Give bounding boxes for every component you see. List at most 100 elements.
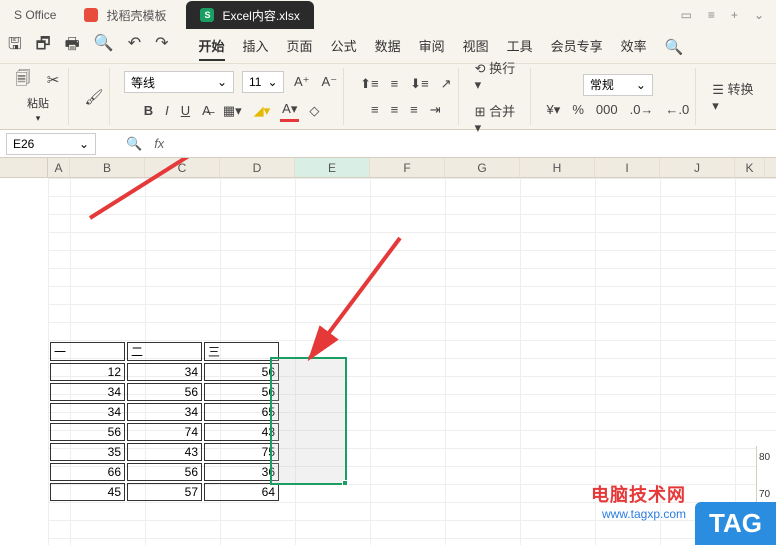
tab-actions: ▭ ≡ + ⌄ bbox=[681, 8, 776, 22]
number-format-select[interactable]: 常规⌄ bbox=[583, 74, 653, 96]
preview-icon[interactable]: 🔍 bbox=[94, 33, 114, 60]
number-group: 常规⌄ ¥▾ % 000 .0→ ←.0 bbox=[541, 68, 697, 125]
watermark-title: 电脑技术网 bbox=[591, 481, 686, 507]
indent-icon[interactable]: ⇥ bbox=[428, 100, 443, 120]
table-row: 343465 bbox=[50, 403, 279, 421]
underline-icon[interactable]: U bbox=[179, 101, 192, 120]
align-bottom-icon[interactable]: ⬇≡ bbox=[408, 74, 430, 94]
col-header-H[interactable]: H bbox=[520, 158, 595, 177]
ribbon: 🗐 ✂ 粘贴 ▾ 🖌 等线⌄ 11⌄ A⁺ A⁻ B I U A̶ ▦▾ ◢▾ bbox=[0, 64, 776, 130]
tab-template[interactable]: 找稻壳模板 bbox=[70, 1, 180, 29]
border-icon[interactable]: ▦▾ bbox=[221, 101, 244, 121]
decrease-font-icon[interactable]: A⁻ bbox=[320, 72, 340, 92]
table-row: 665636 bbox=[50, 463, 279, 481]
chevron-down-icon[interactable]: ⌄ bbox=[79, 137, 89, 151]
table-header[interactable]: 三 bbox=[204, 342, 279, 361]
col-header-K[interactable]: K bbox=[735, 158, 765, 177]
print-icon[interactable]: 🖶 bbox=[65, 33, 80, 60]
col-header-F[interactable]: F bbox=[370, 158, 445, 177]
spreadsheet-grid[interactable]: A B C D E F G H I J K 一 二 三 123456 34565… bbox=[0, 158, 776, 545]
tab-file-active[interactable]: S Excel内容.xlsx bbox=[186, 1, 313, 29]
align-top-icon[interactable]: ⬆≡ bbox=[358, 74, 380, 94]
col-header-I[interactable]: I bbox=[595, 158, 660, 177]
wrap-button[interactable]: ⟲ 换行 ▾ bbox=[473, 56, 526, 95]
chevron-down-icon[interactable]: ⌄ bbox=[754, 8, 764, 22]
decimal-dec-icon[interactable]: ←.0 bbox=[663, 100, 691, 119]
font-size-select[interactable]: 11⌄ bbox=[242, 71, 284, 93]
align-middle-icon[interactable]: ≡ bbox=[389, 74, 401, 93]
menu-tab-data[interactable]: 数据 bbox=[375, 32, 401, 61]
percent-icon[interactable]: % bbox=[570, 100, 586, 119]
name-box-value: E26 bbox=[13, 137, 34, 151]
format-painter-icon[interactable]: 🖌 bbox=[83, 86, 105, 108]
col-header-C[interactable]: C bbox=[145, 158, 220, 177]
tab-office[interactable]: S Office bbox=[0, 1, 70, 29]
menu-tab-start[interactable]: 开始 bbox=[199, 32, 225, 61]
col-header-G[interactable]: G bbox=[445, 158, 520, 177]
number-format-value: 常规 bbox=[590, 76, 614, 93]
menu-bar: 🖫 🗗 🖶 🔍 ↶ ↷ 开始 插入 页面 公式 数据 审阅 视图 工具 会员专享… bbox=[0, 30, 776, 64]
undo-icon[interactable]: ↶ bbox=[128, 33, 141, 60]
window-tabs-bar: S Office 找稻壳模板 S Excel内容.xlsx ▭ ≡ + ⌄ bbox=[0, 0, 776, 30]
redo-icon[interactable]: ↷ bbox=[155, 33, 168, 60]
font-group: 等线⌄ 11⌄ A⁺ A⁻ B I U A̶ ▦▾ ◢▾ A▾ ◇ bbox=[120, 68, 344, 125]
font-name-value: 等线 bbox=[131, 74, 155, 91]
table-row: 354375 bbox=[50, 443, 279, 461]
align-center-icon[interactable]: ≡ bbox=[389, 100, 401, 119]
paste-label: 粘贴 bbox=[27, 95, 49, 111]
grid-body[interactable]: 一 二 三 123456 345656 343465 567443 354375… bbox=[0, 178, 776, 545]
col-header-E[interactable]: E bbox=[295, 158, 370, 177]
menu-tab-review[interactable]: 审阅 bbox=[419, 32, 445, 61]
select-all-corner[interactable] bbox=[0, 158, 48, 177]
cut-icon[interactable]: ✂ bbox=[42, 69, 64, 91]
currency-icon[interactable]: ¥▾ bbox=[545, 100, 563, 120]
italic-icon[interactable]: I bbox=[163, 101, 171, 120]
menu-tab-page[interactable]: 页面 bbox=[287, 32, 313, 61]
comma-icon[interactable]: 000 bbox=[594, 100, 620, 119]
paste-button[interactable]: 粘贴 ▾ bbox=[27, 95, 49, 124]
watermark-url: www.tagxp.com bbox=[591, 507, 686, 521]
table-header[interactable]: 二 bbox=[127, 342, 202, 361]
fx-label[interactable]: fx bbox=[154, 136, 164, 151]
orientation-icon[interactable]: ↗ bbox=[439, 74, 454, 94]
col-header-B[interactable]: B bbox=[70, 158, 145, 177]
name-box[interactable]: E26 ⌄ bbox=[6, 133, 96, 155]
formula-input[interactable] bbox=[164, 133, 776, 155]
print-preview-icon[interactable]: 🗗 bbox=[36, 33, 51, 60]
increase-font-icon[interactable]: A⁺ bbox=[292, 72, 312, 92]
align-left-icon[interactable]: ≡ bbox=[369, 100, 381, 119]
font-color-icon[interactable]: A▾ bbox=[280, 99, 299, 122]
col-header-D[interactable]: D bbox=[220, 158, 295, 177]
search-icon[interactable]: 🔍 bbox=[665, 38, 684, 56]
convert-group: ☰ 转换 ▾ bbox=[706, 68, 768, 125]
cancel-fx-icon[interactable]: 🔍 bbox=[126, 136, 142, 152]
add-tab-icon[interactable]: + bbox=[731, 8, 738, 22]
list-icon[interactable]: ≡ bbox=[708, 8, 715, 22]
window-box-icon[interactable]: ▭ bbox=[681, 8, 692, 22]
template-label: 找稻壳模板 bbox=[106, 7, 166, 24]
menu-tab-efficiency[interactable]: 效率 bbox=[621, 32, 647, 61]
strikethrough-icon[interactable]: A̶ bbox=[200, 101, 213, 120]
menu-tab-insert[interactable]: 插入 bbox=[243, 32, 269, 61]
table-row: 123456 bbox=[50, 363, 279, 381]
bold-icon[interactable]: B bbox=[142, 101, 155, 120]
office-label: S Office bbox=[14, 8, 56, 22]
tag-badge: TAG bbox=[695, 502, 776, 545]
fill-color-icon[interactable]: ◢▾ bbox=[252, 101, 273, 121]
table-header[interactable]: 一 bbox=[50, 342, 125, 361]
save-icon[interactable]: 🖫 bbox=[8, 33, 22, 60]
copy-icon[interactable]: 🗐 bbox=[12, 69, 34, 91]
col-header-J[interactable]: J bbox=[660, 158, 735, 177]
font-name-select[interactable]: 等线⌄ bbox=[124, 71, 234, 93]
table-row: 455764 bbox=[50, 483, 279, 501]
table-header-row: 一 二 三 bbox=[50, 342, 279, 361]
align-right-icon[interactable]: ≡ bbox=[408, 100, 420, 119]
menu-tab-formula[interactable]: 公式 bbox=[331, 32, 357, 61]
menu-tab-vip[interactable]: 会员专享 bbox=[551, 32, 603, 61]
decimal-inc-icon[interactable]: .0→ bbox=[628, 100, 656, 119]
clear-format-icon[interactable]: ◇ bbox=[307, 101, 321, 121]
col-header-A[interactable]: A bbox=[48, 158, 70, 177]
align-group: ⬆≡ ≡ ⬇≡ ↗ ≡ ≡ ≡ ⇥ bbox=[354, 68, 458, 125]
excel-icon: S bbox=[200, 8, 214, 22]
convert-button[interactable]: ☰ 转换 ▾ bbox=[710, 77, 764, 116]
